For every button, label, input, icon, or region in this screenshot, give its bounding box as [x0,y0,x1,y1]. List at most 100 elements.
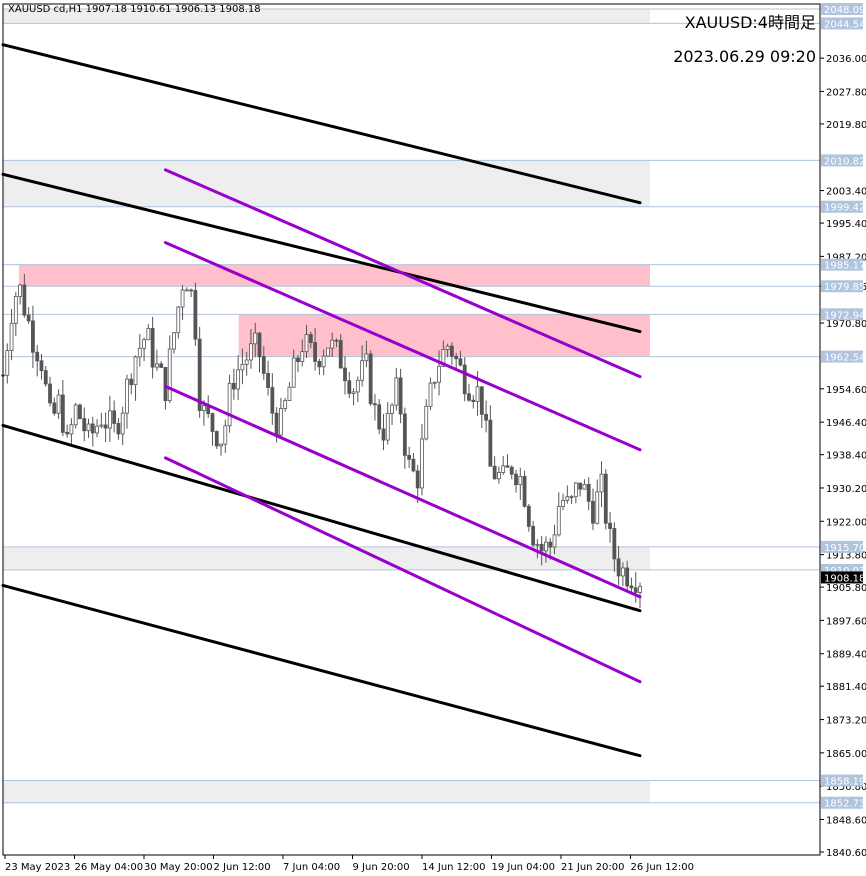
candle-body-148 [633,587,638,593]
candle-body-111 [475,386,480,402]
y-tick-label-4: 1995.40 [826,219,866,230]
candle-body-26 [112,410,117,424]
candle-body-143 [612,528,617,560]
y-tick-label-2: 2019.80 [826,120,866,131]
price-badge-label-7: 1962.54 [824,353,865,364]
candle-body-73 [313,342,317,362]
candle-body-100 [428,382,433,407]
candle-body-108 [462,364,467,395]
candle-body-35 [150,328,155,368]
candle-body-68 [291,357,296,388]
plot-frame [2,3,821,856]
symbol-header: XAUUSD cd,H1 1907.18 1910.61 1906.13 190… [8,4,261,15]
candle-body-32 [137,347,142,358]
candle-body-58 [249,343,253,361]
candle-body-118 [505,465,510,468]
candle-body-61 [261,356,266,374]
candle-body-95 [407,454,412,460]
candle-body-140 [599,473,604,493]
candle-body-125 [535,543,540,546]
y-tick-label-18: 1873.20 [826,716,866,727]
candle-body-123 [526,505,531,527]
candle-body-133 [569,496,574,499]
candle-body-17 [73,404,78,426]
candle-body-72 [308,334,313,343]
candle-body-80 [343,367,347,382]
candle-body-39 [167,348,172,402]
candle-body-2 [9,322,14,352]
candle-body-9 [39,360,44,372]
candle-body-28 [120,412,125,435]
candle-body-18 [78,404,82,419]
candle-body-64 [274,412,279,436]
candle-body-34 [146,328,151,341]
candle-body-21 [90,423,95,434]
candle-body-33 [142,339,146,349]
candle-body-121 [518,476,523,486]
candle-body-38 [163,367,168,402]
candle-body-132 [565,496,570,501]
candle-body-40 [172,332,176,350]
y-tick-label-17: 1881.40 [826,682,866,693]
price-badge-label-10: 1908.18 [824,573,865,584]
y-tick-label-22: 1840.60 [826,848,866,859]
candle-body-86 [368,353,373,405]
candle-body-112 [479,386,484,415]
candle-body-106 [454,355,459,360]
y-tick-label-19: 1865.00 [826,749,866,760]
candle-body-76 [326,347,330,357]
price-badge-label-3: 1999.42 [824,203,865,214]
candle-body-144 [616,558,621,577]
candle-body-129 [552,534,557,548]
price-badge-label-11: 1858.19 [824,777,865,788]
candle-body-77 [330,339,335,349]
candle-body-65 [278,408,283,436]
candle-body-101 [432,381,437,384]
x-tick-label-4: 7 Jun 04:00 [283,862,340,873]
zone-5 [3,780,650,803]
candle-body-67 [287,386,292,401]
candle-body-37 [159,363,164,368]
candle-body-49 [210,413,215,432]
candle-body-145 [620,567,625,577]
candle-body-81 [347,380,352,394]
candle-body-7 [31,320,35,353]
candle-body-51 [219,443,223,447]
y-tick-label-8: 1954.60 [826,385,866,396]
x-tick-label-0: 23 May 2023 [5,862,70,873]
candle-body-30 [129,378,134,386]
candle-body-109 [467,393,471,401]
candle-body-114 [488,419,493,467]
candle-body-25 [107,410,112,429]
symbol-label: XAUUSD cd,H1 [8,4,83,15]
candle-body-29 [125,378,129,414]
candle-body-15 [65,431,70,435]
candle-body-107 [458,358,463,366]
candle-body-96 [411,458,416,472]
candle-body-20 [86,423,91,432]
candle-body-8 [35,351,40,362]
price-badge-label-6: 1972.94 [824,310,865,321]
candle-body-60 [257,332,262,358]
candle-body-105 [449,345,454,357]
candle-body-31 [133,356,138,386]
candle-body-52 [223,425,228,445]
candle-body-126 [539,543,544,552]
candle-body-1 [5,350,10,376]
candle-body-27 [116,423,121,435]
y-tick-label-0: 2036.00 [826,54,866,65]
x-tick-label-6: 14 Jun 12:00 [422,862,486,873]
candle-body-87 [373,403,377,406]
candle-body-47 [202,405,206,411]
x-tick-label-2: 30 May 20:00 [144,862,213,873]
candle-body-54 [231,382,236,390]
candle-body-41 [176,306,181,334]
price-badge-label-5: 1979.85 [824,282,865,293]
y-tick-label-10: 1938.40 [826,451,866,462]
candle-body-131 [561,500,565,507]
candle-body-74 [317,361,322,368]
candle-body-138 [591,500,595,524]
candle-body-90 [385,413,390,441]
candle-body-98 [420,438,424,489]
candle-body-149 [638,585,642,593]
